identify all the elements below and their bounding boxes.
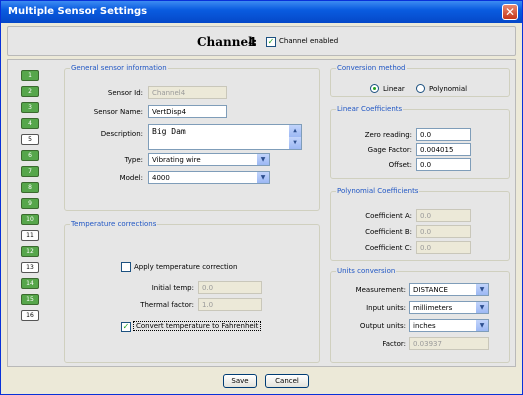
channel-button-7[interactable]: 7 <box>21 166 39 177</box>
linear-coefficients-legend: Linear Coefficients <box>337 105 403 113</box>
factor-label: Factor: <box>382 340 406 348</box>
model-select[interactable]: 4000 ▼ <box>148 171 270 184</box>
chevron-down-icon: ▼ <box>257 172 269 183</box>
channel-button-2[interactable]: 2 <box>21 86 39 97</box>
channel-header: Channel: 4 ✓ Channel enabled <box>7 26 516 56</box>
type-value: Vibrating wire <box>152 156 201 164</box>
channel-button-4[interactable]: 4 <box>21 118 39 129</box>
coefficient-c-field: 0.0 <box>416 241 471 254</box>
channel-button-8[interactable]: 8 <box>21 182 39 193</box>
chevron-down-icon: ▼ <box>257 154 269 165</box>
measurement-label: Measurement: <box>355 286 406 294</box>
initial-temp-field: 0.0 <box>198 281 262 294</box>
convert-fahrenheit-label: Convert temperature to Fahrenheit <box>133 321 262 331</box>
general-sensor-legend: General sensor information <box>71 64 167 72</box>
channel-number: 4 <box>248 35 257 49</box>
coefficient-c-label: Coefficient C: <box>365 244 412 252</box>
window-title: Multiple Sensor Settings <box>8 6 148 17</box>
output-units-select[interactable]: inches ▼ <box>409 319 489 332</box>
measurement-select[interactable]: DISTANCE ▼ <box>409 283 489 296</box>
zero-reading-field[interactable]: 0.0 <box>416 128 471 141</box>
chevron-down-icon: ▼ <box>476 284 488 295</box>
conversion-method-legend: Conversion method <box>337 64 406 72</box>
channel-enabled-checkbox[interactable]: ✓ <box>266 37 276 47</box>
settings-panel: 1 2 3 4 5 6 7 8 9 10 11 12 13 14 15 16 G… <box>7 59 516 367</box>
initial-temp-label: Initial temp: <box>151 284 194 292</box>
channel-button-16[interactable]: 16 <box>21 310 39 321</box>
channel-button-13[interactable]: 13 <box>21 262 39 273</box>
channel-button-3[interactable]: 3 <box>21 102 39 113</box>
sensor-id-label: Sensor Id: <box>107 89 143 97</box>
description-field[interactable]: Big Dam ▲ ▼ <box>148 124 302 150</box>
save-button[interactable]: Save <box>223 374 257 388</box>
output-units-label: Output units: <box>359 322 406 330</box>
linear-radio[interactable] <box>370 84 379 93</box>
channel-button-1[interactable]: 1 <box>21 70 39 81</box>
chevron-down-icon: ▼ <box>476 302 488 313</box>
close-button[interactable]: ✕ <box>502 4 518 20</box>
channel-button-10[interactable]: 10 <box>21 214 39 225</box>
channel-button-11[interactable]: 11 <box>21 230 39 241</box>
scroll-up-icon[interactable]: ▲ <box>289 125 301 137</box>
channel-button-6[interactable]: 6 <box>21 150 39 161</box>
coefficient-b-label: Coefficient B: <box>365 228 412 236</box>
coefficient-a-label: Coefficient A: <box>365 212 412 220</box>
dialog-window: Multiple Sensor Settings ✕ Channel: 4 ✓ … <box>0 0 523 395</box>
type-select[interactable]: Vibrating wire ▼ <box>148 153 270 166</box>
units-conversion-legend: Units conversion <box>337 267 396 275</box>
input-units-value: millimeters <box>413 304 453 312</box>
offset-label: Offset: <box>388 161 412 169</box>
apply-temperature-label: Apply temperature correction <box>134 263 238 271</box>
linear-label: Linear <box>383 85 405 93</box>
polynomial-radio[interactable] <box>416 84 425 93</box>
channel-button-5[interactable]: 5 <box>21 134 39 145</box>
input-units-label: Input units: <box>366 304 406 312</box>
coefficient-a-field: 0.0 <box>416 209 471 222</box>
measurement-value: DISTANCE <box>413 286 448 294</box>
button-bar: Save Cancel <box>1 369 522 394</box>
channel-button-15[interactable]: 15 <box>21 294 39 305</box>
sensor-name-label: Sensor Name: <box>93 108 143 116</box>
temperature-legend: Temperature corrections <box>71 220 157 228</box>
convert-fahrenheit-checkbox[interactable]: ✓ <box>121 322 131 332</box>
chevron-down-icon: ▼ <box>476 320 488 331</box>
cancel-button[interactable]: Cancel <box>265 374 309 388</box>
gage-factor-field[interactable]: 0.004015 <box>416 143 471 156</box>
thermal-factor-field: 1.0 <box>198 298 262 311</box>
sensor-id-field: Channel4 <box>148 86 227 99</box>
title-bar: Multiple Sensor Settings ✕ <box>1 1 522 23</box>
offset-field[interactable]: 0.0 <box>416 158 471 171</box>
scroll-down-icon[interactable]: ▼ <box>289 137 301 149</box>
model-label: Model: <box>119 174 143 182</box>
apply-temperature-checkbox[interactable] <box>121 262 131 272</box>
factor-field: 0.03937 <box>409 337 489 350</box>
description-label: Description: <box>100 130 143 138</box>
output-units-value: inches <box>413 322 436 330</box>
input-units-select[interactable]: millimeters ▼ <box>409 301 489 314</box>
polynomial-coefficients-legend: Polynomial Coefficients <box>337 187 419 195</box>
channel-button-14[interactable]: 14 <box>21 278 39 289</box>
zero-reading-label: Zero reading: <box>364 131 412 139</box>
thermal-factor-label: Thermal factor: <box>140 301 194 309</box>
model-value: 4000 <box>152 174 170 182</box>
channel-enabled-label: Channel enabled <box>279 37 339 45</box>
channel-button-9[interactable]: 9 <box>21 198 39 209</box>
channel-button-12[interactable]: 12 <box>21 246 39 257</box>
coefficient-b-field: 0.0 <box>416 225 471 238</box>
polynomial-label: Polynomial <box>429 85 468 93</box>
description-text: Big Dam <box>152 127 186 136</box>
sensor-name-field[interactable]: VertDisp4 <box>148 105 227 118</box>
gage-factor-label: Gage Factor: <box>367 146 412 154</box>
type-label: Type: <box>124 156 143 164</box>
